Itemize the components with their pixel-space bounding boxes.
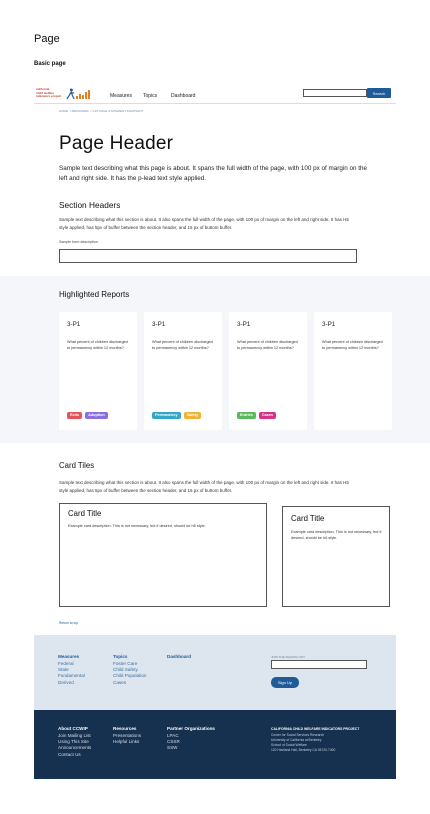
card-tile-small[interactable]: Card Title Example card description. Thi… xyxy=(282,506,390,607)
footer-resources-heading: Resources xyxy=(113,726,137,731)
card-tile-description: Example card description. This is not ne… xyxy=(291,530,382,540)
footer-link[interactable]: Helpful Links xyxy=(113,739,141,745)
highlighted-reports-title: Highlighted Reports xyxy=(59,290,130,299)
report-card-question: What percent of children discharged to p… xyxy=(322,340,383,350)
breadcrumb-measures[interactable]: MEASURES xyxy=(72,109,89,113)
nav-topics[interactable]: Topics xyxy=(143,93,157,99)
tag-adoption[interactable]: Adoption xyxy=(85,412,108,420)
tag-cases[interactable]: Cases xyxy=(258,412,277,420)
sign-up-button[interactable]: Sign Up xyxy=(271,677,299,688)
report-card-question: What percent of children discharged to p… xyxy=(152,340,213,350)
report-card[interactable]: 3-P1 What percent of children discharged… xyxy=(229,312,307,430)
report-card-question: What percent of children discharged to p… xyxy=(67,340,128,350)
search-input[interactable] xyxy=(303,89,367,97)
card-tiles-title: Card Tiles xyxy=(59,461,95,470)
page-title: Page Header xyxy=(59,133,174,154)
footer-link[interactable]: Fundamental xyxy=(58,673,85,679)
search-button[interactable]: Search xyxy=(367,88,391,98)
document-title: Page xyxy=(34,33,60,45)
site-logo[interactable]: california child welfare indicators proj… xyxy=(36,86,100,104)
nav-measures[interactable]: Measures xyxy=(110,93,132,99)
form-label: Sample form description xyxy=(59,240,98,244)
footer-link[interactable]: Cases xyxy=(113,680,146,686)
footer-dashboard-heading[interactable]: Dashboard xyxy=(167,654,191,659)
report-card[interactable]: 3-P1 What percent of children discharged… xyxy=(314,312,392,430)
project-name: CALIFORNIA CHILD WELFARE INDICATORS PROJ… xyxy=(271,727,360,731)
footer-topics-heading[interactable]: Topics xyxy=(113,654,146,659)
sample-form-input[interactable] xyxy=(59,249,357,263)
footer-about-heading: About CCWIP xyxy=(58,726,88,731)
logo-bars-icon xyxy=(76,90,90,99)
breadcrumb-home[interactable]: HOME xyxy=(59,109,68,113)
tag-safety[interactable]: Safety xyxy=(183,412,201,420)
report-card[interactable]: 3-P1 What percent of children discharged… xyxy=(59,312,137,430)
report-card-id: 3-P1 xyxy=(152,321,166,328)
report-card-id: 3-P1 xyxy=(67,321,81,328)
card-tiles-text: Sample text describing what this section… xyxy=(59,480,349,493)
card-tile-title: Card Title xyxy=(291,514,325,523)
logo-figure-icon xyxy=(66,88,75,100)
return-to-top-link[interactable]: Return to top xyxy=(59,621,78,625)
footer-link[interactable]: Child Population xyxy=(113,673,146,679)
section-text: Sample text describing what this section… xyxy=(59,217,349,230)
report-card-question: What percent of children discharged to p… xyxy=(237,340,298,350)
tag-permanency[interactable]: Permanency xyxy=(152,412,181,420)
report-card-id: 3-P1 xyxy=(322,321,336,328)
address-line: 120 Haviland Hall, Berkeley CA 94720-740… xyxy=(271,748,336,752)
footer-link[interactable]: Announcements xyxy=(58,745,91,751)
document-subtitle: Basic page xyxy=(34,61,66,67)
footer-partners-heading: Partner Organizations xyxy=(167,726,215,731)
header-divider xyxy=(34,103,396,104)
lead-text: Sample text describing what this page is… xyxy=(59,165,368,182)
breadcrumb: HOME / MEASURES/ 3-P1 PAGE STATEMENT SNAP… xyxy=(59,109,144,113)
footer-bottom: About CCWIP Join Mailing List Using This… xyxy=(34,710,396,779)
card-tile-description: Example card description. This is not ne… xyxy=(68,524,206,528)
footer-measures-heading[interactable]: Measures xyxy=(58,654,85,659)
footer-link[interactable]: Derived xyxy=(58,680,85,686)
breadcrumb-current: 3-P1 PAGE STATEMENT SNAPSHOT xyxy=(92,109,144,113)
card-tile-title: Card Title xyxy=(68,509,102,518)
report-card-id: 3-P1 xyxy=(237,321,251,328)
logo-line3: indicators project xyxy=(36,94,62,99)
footer-link[interactable]: Contact Us xyxy=(58,752,91,758)
nav-dashboard[interactable]: Dashboard xyxy=(171,93,195,99)
footer-links: Measures Federal State Fundamental Deriv… xyxy=(34,635,396,710)
mailing-list-label: JOIN THE MAILING LIST xyxy=(271,655,305,659)
tag-exits[interactable]: Exits xyxy=(67,412,83,420)
footer-link[interactable]: SSW xyxy=(167,745,215,751)
card-tile-large[interactable]: Card Title Example card description. Thi… xyxy=(59,503,267,607)
report-card[interactable]: 3-P1 What percent of children discharged… xyxy=(144,312,222,430)
mailing-list-input[interactable] xyxy=(271,660,367,669)
section-header: Section Headers xyxy=(59,200,121,210)
tag-entries[interactable]: Entries xyxy=(237,412,256,420)
